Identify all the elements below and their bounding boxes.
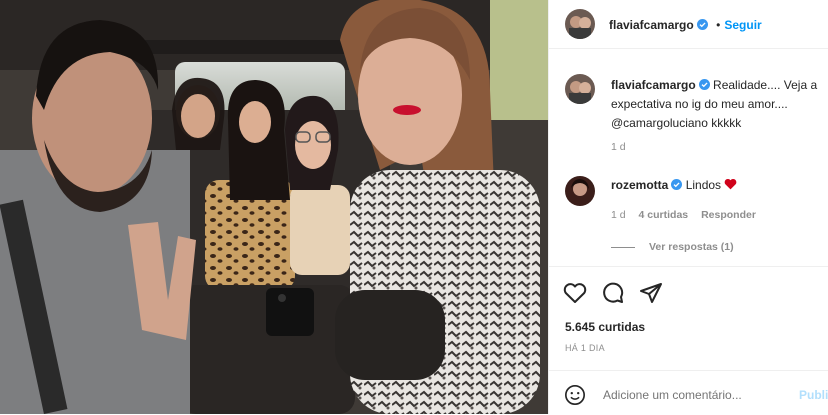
caption-username[interactable]: flaviafcamargo — [611, 78, 696, 92]
post-header: flaviafcamargo • Seguir — [549, 0, 828, 49]
separator-dot: • — [716, 18, 721, 32]
avatar-photo-icon — [569, 81, 591, 104]
car-selfie-image — [0, 0, 548, 414]
comment-body: Lindos — [685, 178, 722, 192]
heart-emoji-icon — [725, 178, 737, 190]
caption-line-2: expectativa no ig do meu amor.... — [611, 97, 788, 111]
header-username[interactable]: flaviafcamargo — [609, 18, 694, 32]
avatar-photo-icon — [571, 179, 589, 196]
comment-text: rozemotta Lindos — [611, 178, 737, 192]
caption-text: flaviafcamargo Realidade.... Veja a expe… — [611, 76, 823, 133]
emoji-icon[interactable] — [564, 384, 586, 406]
likes-count[interactable]: 5.645 curtidas — [565, 320, 645, 334]
comment-likes[interactable]: 4 curtidas — [639, 209, 689, 221]
caption-avatar[interactable] — [565, 74, 595, 104]
comment-time: 1 d — [611, 209, 626, 221]
reply-button[interactable]: Responder — [701, 209, 756, 221]
comment-username[interactable]: rozemotta — [611, 178, 668, 192]
post-photo[interactable] — [0, 0, 548, 414]
verified-badge-icon — [671, 179, 683, 190]
caption-line-1: Realidade.... Veja a — [713, 78, 818, 92]
caption-mention[interactable]: @camargoluciano kkkkk — [611, 114, 823, 133]
comment-avatar[interactable] — [565, 176, 595, 206]
follow-button[interactable]: Seguir — [724, 18, 761, 32]
comment-meta: 1 d 4 curtidas Responder — [611, 209, 756, 221]
posted-ago: HÁ 1 DIA — [565, 343, 605, 353]
replies-line — [611, 246, 635, 248]
share-icon[interactable] — [639, 281, 663, 305]
action-bar — [549, 266, 828, 317]
caption-time: 1 d — [611, 141, 626, 153]
publish-button[interactable]: Publi — [799, 388, 828, 402]
heart-icon[interactable] — [563, 282, 587, 304]
comment-composer: Publi — [549, 370, 828, 415]
comment-input[interactable] — [601, 383, 795, 407]
verified-badge-icon — [698, 79, 710, 90]
comment-icon[interactable] — [601, 281, 625, 305]
verified-badge-icon — [696, 19, 708, 30]
post-side-panel: flaviafcamargo • Seguir flaviafcamargo Re… — [548, 0, 828, 414]
view-replies[interactable]: Ver respostas (1) — [611, 241, 734, 253]
avatar-photo-icon — [569, 16, 591, 39]
avatar[interactable] — [565, 9, 595, 39]
view-replies-label: Ver respostas (1) — [649, 241, 734, 253]
